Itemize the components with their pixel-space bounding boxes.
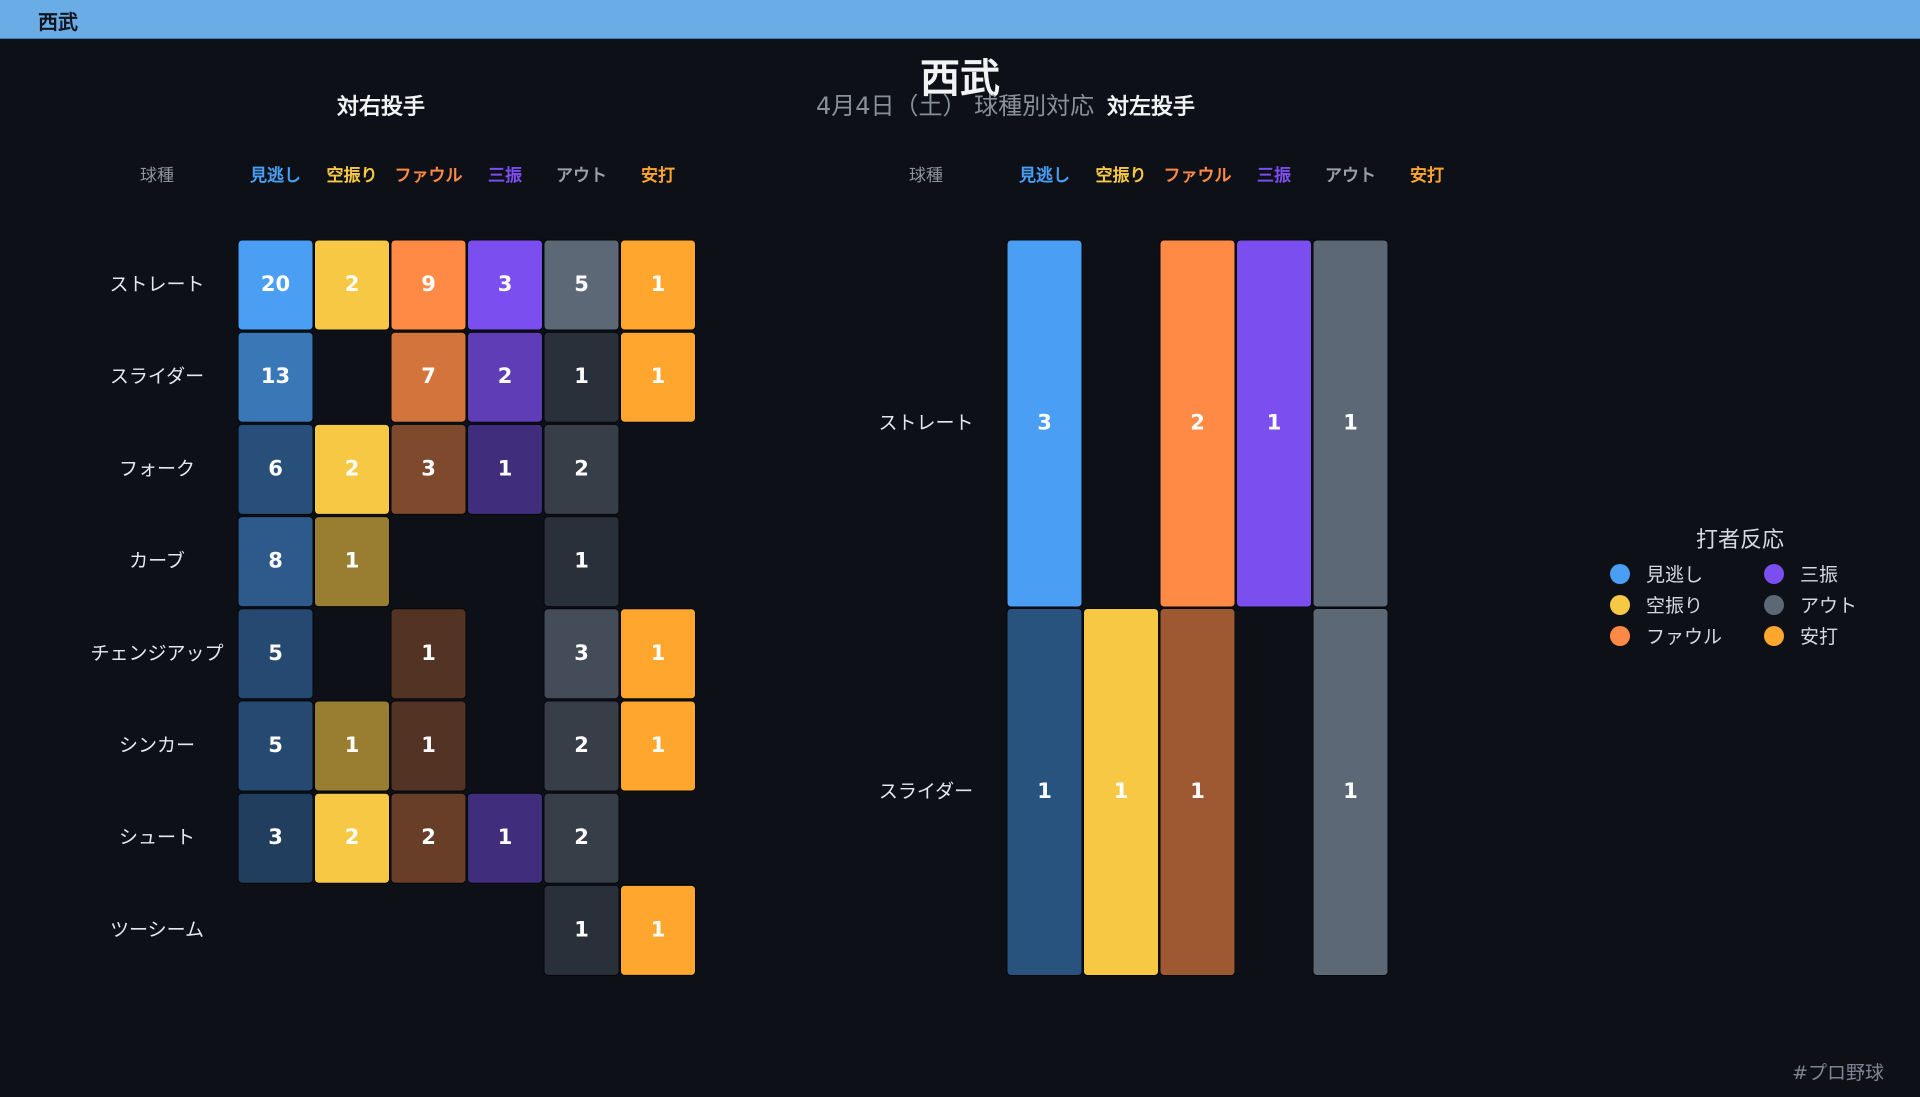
- heatmap-cell-value: 1: [574, 549, 589, 573]
- heatmap-cell-value: 1: [498, 456, 513, 480]
- row-label: ツーシーム: [110, 919, 204, 941]
- heatmap-cell-value: 5: [574, 272, 589, 296]
- heatmap-cell-value: 1: [1190, 779, 1205, 803]
- row-label: ストレート: [109, 274, 204, 296]
- heatmap-cell-value: 1: [651, 917, 666, 941]
- legend-label: ファウル: [1646, 626, 1723, 648]
- legend-item: アウト: [1764, 591, 1870, 618]
- heatmap-cell-value: 1: [651, 641, 666, 665]
- legend-label: 安打: [1800, 626, 1839, 648]
- heatmap-cell-value: 1: [651, 733, 666, 757]
- heatmap-cell-value: 7: [421, 364, 436, 388]
- heatmap-cell-value: 20: [261, 272, 290, 296]
- column-header-label: ファウル: [395, 166, 463, 186]
- heatmap-cell-value: 2: [421, 825, 436, 849]
- column-header-label: 三振: [488, 165, 522, 186]
- heatmap-cell-value: 2: [1190, 411, 1205, 435]
- heatmap-cell-value: 1: [421, 733, 436, 757]
- legend-label: 三振: [1800, 564, 1839, 586]
- legend-dot-icon: [1764, 594, 1784, 615]
- legend-item: 空振り: [1610, 591, 1764, 618]
- row-label: チェンジアップ: [90, 642, 223, 664]
- legend-title: 打者反応: [1695, 528, 1784, 553]
- legend-label: アウト: [1800, 595, 1858, 617]
- heatmap-cell-value: 6: [268, 456, 283, 480]
- column-header-label: 見逃し: [1018, 165, 1070, 186]
- row-label: スライダー: [110, 366, 204, 388]
- heatmap-vs-right: 球種 見逃し 空振り ファウル 三振 アウト 安打ストレート 20 2 9 3 5 1スライダー 13 7 2…: [90, 165, 696, 976]
- row-label: フォーク: [119, 458, 195, 480]
- column-header-label: アウト: [556, 166, 607, 186]
- heatmap-cell-value: 9: [421, 272, 436, 296]
- heatmap-cell-value: 2: [345, 456, 360, 480]
- row-header-label: 球種: [909, 166, 943, 186]
- row-label: シュート: [119, 827, 195, 849]
- heatmap-cell-value: 13: [261, 364, 290, 388]
- legend-item: 三振: [1764, 560, 1870, 587]
- heatmap-cell-value: 1: [574, 364, 589, 388]
- row-label: シンカー: [119, 735, 195, 757]
- row-label: カーブ: [129, 549, 185, 572]
- legend-dot-icon: [1610, 563, 1630, 584]
- heatmap-cell-value: 1: [421, 641, 436, 665]
- heatmap-cell-value: 5: [268, 733, 283, 757]
- heatmap-cell-value: 3: [421, 456, 436, 480]
- heatmap-cell-value: 1: [1114, 779, 1129, 803]
- heatmap-cell-value: 1: [1267, 411, 1282, 435]
- column-header-label: アウト: [1325, 166, 1376, 186]
- legend-label: 空振り: [1646, 595, 1704, 617]
- legend-item: ファウル: [1610, 622, 1764, 649]
- heatmap-cell-value: 1: [1037, 779, 1052, 803]
- legend-dot-icon: [1610, 594, 1630, 615]
- heatmap-cell-value: 1: [498, 825, 513, 849]
- heatmap-cell-value: 1: [345, 733, 360, 757]
- column-header-label: 空振り: [1096, 165, 1147, 186]
- heatmap-cell-value: 2: [574, 456, 589, 480]
- heatmap-cell-value: 1: [1343, 411, 1358, 435]
- heatmap-vs-left: 球種 見逃し 空振り ファウル 三振 アウト 安打ストレート 3 2 1 1 スライダー 1 1 1 1: [878, 165, 1444, 976]
- heatmap-cell-value: 1: [574, 917, 589, 941]
- legend-dot-icon: [1764, 563, 1784, 584]
- heatmap-cell-value: 3: [1037, 411, 1052, 435]
- column-header-label: 安打: [1410, 165, 1444, 186]
- row-label: スライダー: [879, 781, 973, 803]
- heatmap-cell-value: 1: [651, 272, 666, 296]
- column-header-label: 空振り: [327, 165, 378, 186]
- heatmap-cell-value: 2: [345, 272, 360, 296]
- heatmap-cell-value: 3: [498, 272, 513, 296]
- heatmap-cell-value: 2: [498, 364, 513, 388]
- legend-dot-icon: [1764, 625, 1784, 646]
- column-header-label: 安打: [641, 165, 675, 186]
- legend-item: 安打: [1764, 622, 1870, 649]
- heatmap-cell-value: 2: [574, 825, 589, 849]
- heatmap-cell-value: 8: [268, 549, 283, 573]
- heatmap-cell-value: 3: [574, 641, 589, 665]
- heatmap-cell-value: 2: [574, 733, 589, 757]
- column-header-label: ファウル: [1164, 166, 1232, 186]
- legend-dot-icon: [1610, 625, 1630, 646]
- legend: 打者反応 見逃し 三振 空振り アウト ファウル 安打: [1610, 522, 1870, 649]
- column-header-label: 三振: [1257, 165, 1291, 186]
- heatmap-cell-value: 3: [268, 825, 283, 849]
- heatmap-cell-value: 1: [1343, 779, 1358, 803]
- heatmap-cell-value: 1: [651, 364, 666, 388]
- row-header-label: 球種: [140, 166, 174, 186]
- row-label: ストレート: [878, 412, 973, 434]
- hashtag-footer: #プロ野球: [1792, 1062, 1884, 1084]
- heatmap-cell-value: 2: [345, 825, 360, 849]
- heatmap-cell-value: 1: [345, 549, 360, 573]
- legend-item: 見逃し: [1610, 560, 1764, 587]
- heatmap-cell-value: 5: [268, 641, 283, 665]
- legend-label: 見逃し: [1646, 564, 1704, 586]
- column-header-label: 見逃し: [249, 165, 301, 186]
